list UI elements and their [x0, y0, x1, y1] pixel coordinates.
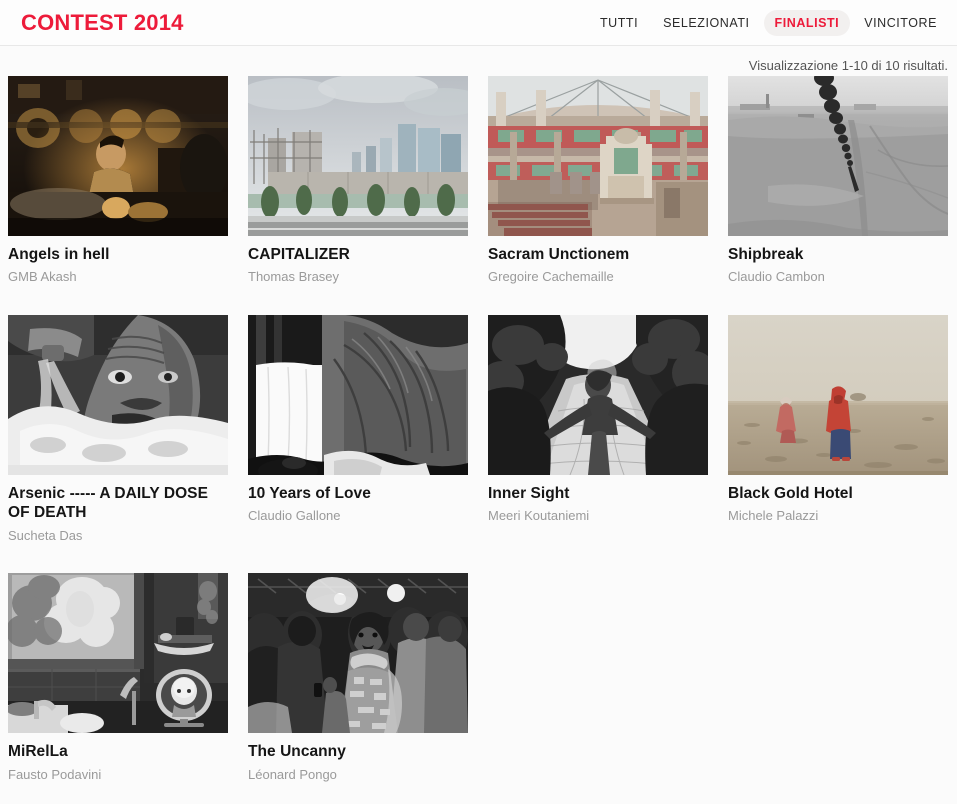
- site-brand-title: CONTEST 2014: [21, 9, 184, 35]
- gallery-card-title: Arsenic ----- A DAILY DOSE OF DEATH: [8, 485, 208, 522]
- gallery-card-title: CAPITALIZER: [248, 246, 350, 263]
- thumb-inner-sight[interactable]: [488, 315, 708, 476]
- nav-item-finalisti[interactable]: FINALISTI: [763, 9, 851, 36]
- site-header: CONTEST 2014 TUTTI SELEZIONATI FINALISTI…: [0, 0, 957, 46]
- gallery-empty-cell: [488, 573, 708, 793]
- gallery-card[interactable]: Angels in hell GMB Akash: [8, 76, 228, 286]
- gallery-card-author: Claudio Gallone: [248, 508, 341, 524]
- gallery-card-title: The Uncanny: [248, 743, 346, 761]
- gallery-card[interactable]: The Uncanny Léonard Pongo: [248, 573, 468, 783]
- gallery-card[interactable]: Shipbreak Claudio Cambon: [728, 76, 948, 286]
- gallery-card-title: Shipbreak: [728, 246, 804, 263]
- row-spacer: [8, 554, 948, 573]
- gallery-card[interactable]: MiRelLa Fausto Podavini: [8, 573, 228, 783]
- gallery-card[interactable]: Arsenic ----- A DAILY DOSE OF DEATH Such…: [8, 315, 228, 544]
- row-spacer: [8, 296, 948, 315]
- thumb-black-gold-hotel[interactable]: [728, 315, 948, 476]
- thumb-the-uncanny[interactable]: [248, 573, 468, 734]
- gallery-card-author: Sucheta Das: [8, 527, 83, 543]
- gallery-card-title: Black Gold Hotel: [728, 485, 853, 503]
- thumb-angels-in-hell[interactable]: [8, 76, 228, 236]
- thumb-sacram-unctionem[interactable]: [488, 76, 708, 236]
- gallery-card-author: Thomas Brasey: [248, 269, 340, 285]
- thumb-10-years-of-love[interactable]: [248, 315, 468, 476]
- results-bar: Visualizzazione 1-10 di 10 risultati.: [0, 46, 957, 76]
- gallery-card[interactable]: 10 Years of Love Claudio Gallone: [248, 315, 468, 544]
- gallery-card-author: Michele Palazzi: [728, 508, 819, 524]
- gallery-card-title: Sacram Unctionem: [488, 246, 630, 263]
- main-navigation: TUTTI SELEZIONATI FINALISTI VINCITORE: [589, 9, 948, 36]
- gallery-card[interactable]: Black Gold Hotel Michele Palazzi: [728, 315, 948, 544]
- thumb-arsenic-a-daily-dose-of-death[interactable]: [8, 315, 228, 476]
- photo-gallery-grid: Angels in hell GMB Akash CAPITALIZER Tho…: [0, 76, 957, 794]
- gallery-card-author: Claudio Cambon: [728, 269, 825, 285]
- nav-item-vincitore[interactable]: VINCITORE: [853, 10, 948, 36]
- gallery-card-author: Meeri Koutaniemi: [488, 508, 590, 524]
- thumb-shipbreak[interactable]: [728, 76, 948, 236]
- gallery-card-author: Fausto Podavini: [8, 766, 102, 782]
- gallery-card-title: Inner Sight: [488, 485, 570, 503]
- gallery-empty-cell: [728, 573, 948, 793]
- gallery-card[interactable]: Inner Sight Meeri Koutaniemi: [488, 315, 708, 544]
- thumb-mirella[interactable]: [8, 573, 228, 734]
- gallery-card-title: 10 Years of Love: [248, 485, 371, 503]
- gallery-card-title: MiRelLa: [8, 743, 68, 761]
- nav-item-tutti[interactable]: TUTTI: [589, 10, 649, 36]
- gallery-card-author: Gregoire Cachemaille: [488, 269, 614, 285]
- nav-item-selezionati[interactable]: SELEZIONATI: [652, 10, 760, 36]
- gallery-card-author: Léonard Pongo: [248, 766, 337, 782]
- gallery-card-author: GMB Akash: [8, 269, 77, 285]
- gallery-card[interactable]: Sacram Unctionem Gregoire Cachemaille: [488, 76, 708, 286]
- results-count-text: Visualizzazione 1-10 di 10 risultati.: [748, 58, 948, 73]
- gallery-card-title: Angels in hell: [8, 246, 110, 263]
- thumb-capitalizer[interactable]: [248, 76, 468, 236]
- gallery-card[interactable]: CAPITALIZER Thomas Brasey: [248, 76, 468, 286]
